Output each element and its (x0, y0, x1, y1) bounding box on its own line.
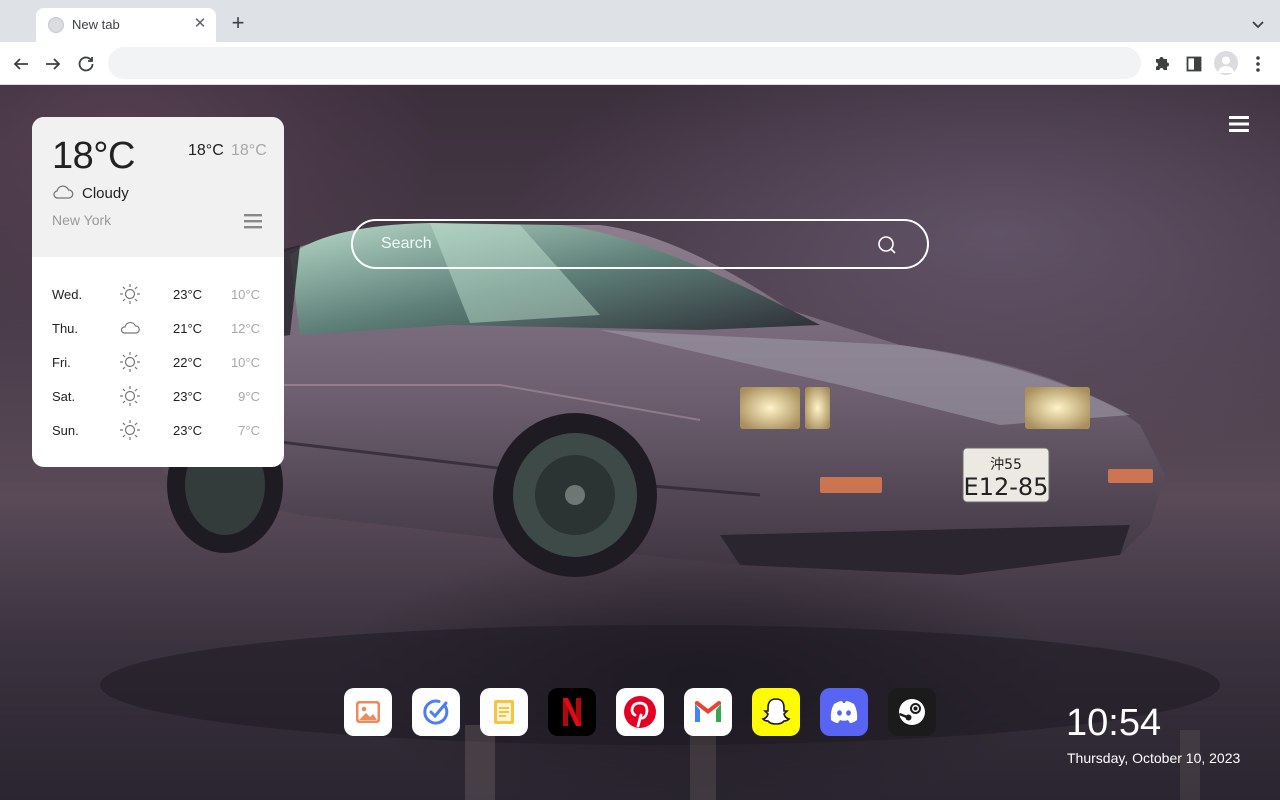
app-photos[interactable] (344, 688, 392, 736)
app-notes[interactable] (480, 688, 528, 736)
search-icon[interactable] (877, 235, 897, 255)
forecast-low: 10°C (230, 287, 260, 302)
pinterest-icon (624, 696, 656, 728)
app-discord[interactable] (820, 688, 868, 736)
gmail-icon (695, 701, 721, 722)
current-temperature: 18°C (52, 135, 135, 177)
tab-close-button[interactable]: ✕ (190, 14, 210, 34)
address-bar[interactable] (108, 47, 1141, 79)
extensions-puzzle-icon[interactable] (1150, 52, 1174, 76)
app-snapchat[interactable] (752, 688, 800, 736)
netflix-icon (563, 698, 581, 726)
tab-favicon-icon (48, 17, 64, 33)
forecast-day: Sun. (52, 423, 79, 438)
back-arrow-icon[interactable] (8, 51, 34, 77)
sun-icon (120, 352, 140, 372)
forecast-row: Fri. 22°C 10°C (32, 350, 284, 374)
tab-search-chevron-icon[interactable] (1248, 14, 1268, 34)
forecast-row: Thu. 21°C 12°C (32, 316, 284, 340)
app-gmail[interactable] (684, 688, 732, 736)
app-pinterest[interactable] (616, 688, 664, 736)
forecast-low: 7°C (238, 423, 260, 438)
forecast-low: 10°C (230, 355, 260, 370)
forecast-row: Sun. 23°C 7°C (32, 418, 284, 442)
weather-location: New York (52, 212, 112, 228)
forecast-high: 22°C (173, 355, 203, 370)
clock-date: Thursday, October 10, 2023 (1067, 750, 1241, 766)
forecast-high: 23°C (173, 423, 203, 438)
svg-text:E12-85: E12-85 (964, 473, 1049, 501)
browser-toolbar (0, 42, 1280, 85)
tab-new-tab[interactable]: New tab ✕ (36, 8, 216, 42)
cloud-icon (120, 321, 140, 334)
sun-icon (120, 420, 140, 440)
new-tab-page: 沖55 E12-85 18°C 18°C 18°C Cloudy New Yor… (0, 85, 1280, 800)
forecast-day: Thu. (52, 321, 79, 336)
today-low-temperature: 18°C (231, 142, 267, 159)
steam-icon (899, 699, 925, 725)
profile-person-icon (1218, 56, 1234, 73)
profile-avatar[interactable] (1214, 51, 1238, 75)
forward-arrow-icon[interactable] (40, 51, 66, 77)
reload-icon[interactable] (73, 51, 99, 77)
sun-icon (120, 386, 140, 406)
app-steam[interactable] (888, 688, 936, 736)
tab-strip: New tab ✕ + (0, 0, 1280, 42)
app-tasks[interactable] (412, 688, 460, 736)
discord-icon (830, 701, 858, 723)
forecast-low: 9°C (238, 389, 260, 404)
weather-condition: Cloudy (82, 185, 129, 202)
snapchat-icon (761, 698, 791, 725)
check-icon (423, 699, 449, 725)
forecast-high: 23°C (173, 287, 203, 302)
new-tab-button[interactable]: + (226, 12, 250, 36)
weather-card[interactable]: 18°C 18°C 18°C Cloudy New York Wed. 23°C… (32, 117, 284, 467)
forecast-row: Sat. 23°C 9°C (32, 384, 284, 408)
search-bar[interactable] (351, 219, 929, 269)
forecast-low: 12°C (230, 321, 260, 336)
photos-icon (356, 701, 380, 723)
app-netflix[interactable] (548, 688, 596, 736)
weather-menu-icon[interactable] (242, 212, 264, 230)
browser-menu-kebab-icon[interactable] (1246, 52, 1270, 76)
sun-icon (120, 284, 140, 304)
forecast-day: Sat. (52, 389, 76, 404)
page-menu-hamburger-icon[interactable] (1228, 115, 1250, 133)
forecast-day: Wed. (52, 287, 83, 302)
svg-text:沖55: 沖55 (990, 457, 1022, 473)
clock-time: 10:54 (1066, 702, 1162, 744)
forecast-day: Fri. (52, 355, 71, 370)
cloud-icon (53, 185, 74, 199)
tab-title: New tab (72, 17, 120, 32)
forecast-high: 21°C (173, 321, 203, 336)
notes-icon (494, 700, 514, 724)
search-input[interactable] (381, 231, 861, 257)
today-high-temperature: 18°C (188, 142, 224, 159)
forecast-high: 23°C (173, 389, 203, 404)
weather-current-panel: 18°C 18°C 18°C Cloudy New York (32, 117, 284, 257)
side-panel-icon[interactable] (1182, 52, 1206, 76)
forecast-row: Wed. 23°C 10°C (32, 282, 284, 306)
